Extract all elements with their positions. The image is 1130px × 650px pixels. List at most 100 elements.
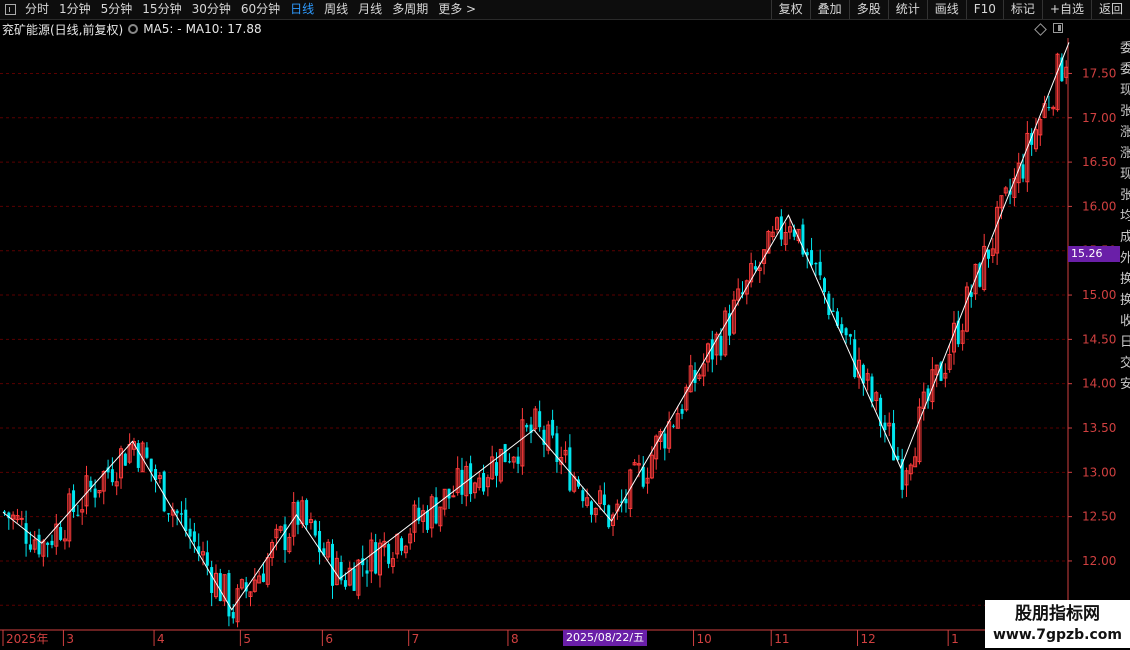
candle-body-52 [227,573,231,617]
period-tab-10[interactable]: 更多 > [433,0,481,19]
tool-button-5[interactable]: F10 [965,0,1003,19]
tool-button-0[interactable]: 复权 [770,0,810,19]
x-tick-label-7: 10 [697,632,712,646]
candle-body-136 [589,501,593,515]
candle-body-155 [671,425,675,427]
candle-body-44 [192,531,196,542]
candle-body-157 [680,408,684,414]
candle-body-70 [305,500,309,526]
candle-body-242 [1047,107,1051,109]
candle-body-100 [434,497,438,524]
watermark-url: www.7gpzb.com [992,627,1122,643]
candle-body-196 [848,334,852,337]
candle-body-42 [184,509,188,532]
period-tab-8[interactable]: 月线 [353,0,387,19]
candle-body-43 [188,528,192,537]
tool-button-1[interactable]: 叠加 [809,0,849,19]
x-tick-label-0: 2025年 [6,632,49,646]
candle-body-127 [551,419,555,436]
candle-body-92 [400,538,404,551]
candle-body-33 [145,447,149,458]
candle-body-174 [753,266,757,270]
candle-body-89 [387,544,391,564]
period-tab-6[interactable]: 日线 [285,0,319,19]
candle-body-37 [162,471,166,512]
candle-body-34 [149,458,153,472]
candle-body-124 [538,411,542,428]
candle-body-41 [179,513,183,515]
candle-body-38 [167,513,170,515]
candle-body-190 [823,278,826,293]
candle-body-197 [853,339,857,378]
candle-body-17 [76,514,80,516]
candle-body-106 [460,469,464,495]
candle-body-31 [136,443,140,468]
candle-body-10 [46,542,50,545]
y-tick-label-11: 17.00 [1082,111,1116,125]
tool-button-8[interactable]: 返回 [1090,0,1130,19]
candle-body-11 [50,540,54,546]
period-tab-0[interactable]: 分时 [20,0,54,19]
candle-body-134 [581,490,585,502]
cursor-date-tag: 2025/08/22/五 [563,630,648,646]
ma10-value: MA10: 17.88 [185,22,262,36]
tool-buttons: 复权 叠加 多股 统计 画线 F10 标记 +自选 返回 [770,0,1130,19]
tool-button-6[interactable]: 标记 [1002,0,1042,19]
quote-label-1: 委 [1120,62,1130,77]
quote-label-0: 委 [1120,41,1130,56]
candle-body-119 [516,456,520,464]
candle-body-188 [814,262,818,265]
tool-button-7[interactable]: +自选 [1041,0,1091,19]
ma5-value: MA5: - [143,22,182,36]
candle-body-117 [507,461,511,463]
candle-body-84 [365,570,369,574]
tool-button-3[interactable]: 统计 [887,0,927,19]
quote-label-10: 外 [1120,251,1130,266]
x-tick-label-9: 12 [861,632,876,646]
candle-body-236 [1021,164,1025,179]
quote-label-15: 交 [1120,356,1130,371]
candle-body-111 [482,473,486,492]
x-tick-label-10: 1 [951,632,959,646]
x-tick-label-2: 4 [157,632,165,646]
candle-body-187 [810,250,814,265]
quote-label-14: 日 [1120,335,1130,350]
candle-body-189 [818,261,822,276]
candle-body-114 [495,462,498,476]
quote-label-13: 收 [1120,314,1130,329]
candle-body-104 [451,495,456,498]
period-tab-2[interactable]: 5分钟 [96,0,138,19]
candle-body-72 [313,520,317,536]
period-tab-1[interactable]: 1分钟 [54,0,96,19]
candle-body-13 [59,527,63,540]
x-tick-label-8: 11 [774,632,789,646]
x-tick-label-5: 7 [412,632,420,646]
panel-toggle-icon[interactable] [5,4,16,15]
chart-corner-tools [1034,23,1063,36]
y-tick-label-10: 16.50 [1082,155,1116,169]
zigzag-line [2,42,1070,611]
period-tab-3[interactable]: 15分钟 [137,0,186,19]
x-tick-label-4: 6 [325,632,333,646]
period-tab-7[interactable]: 周线 [319,0,353,19]
period-tab-4[interactable]: 30分钟 [187,0,236,19]
kline-chart[interactable]: 11.5012.0012.5013.0013.5014.0014.5015.00… [0,38,1120,650]
y-tick-label-1: 12.00 [1082,554,1116,568]
y-tick-label-7: 15.00 [1082,288,1116,302]
quote-label-11: 换 [1120,272,1130,287]
period-tabs: 分时 1分钟 5分钟 15分钟 30分钟 60分钟 日线 周线 月线 多周期 更多 > [0,0,481,19]
tool-button-4[interactable]: 画线 [926,0,966,19]
candle-body-4 [19,517,24,520]
candle-body-60 [261,573,265,582]
diamond-icon[interactable] [1034,23,1047,36]
candle-body-65 [283,524,287,551]
period-toolbar: 分时 1分钟 5分钟 15分钟 30分钟 60分钟 日线 周线 月线 多周期 更多 > 复权 叠加 多股… [0,0,1130,20]
quote-label-12: 换 [1120,293,1130,308]
candle-body-47 [205,552,209,566]
layout-icon[interactable] [1053,23,1063,33]
period-tab-5[interactable]: 60分钟 [236,0,285,19]
settings-icon[interactable] [128,24,139,34]
quote-label-8: 均 [1120,209,1130,224]
period-tab-9[interactable]: 多周期 [387,0,433,19]
tool-button-2[interactable]: 多股 [848,0,888,19]
